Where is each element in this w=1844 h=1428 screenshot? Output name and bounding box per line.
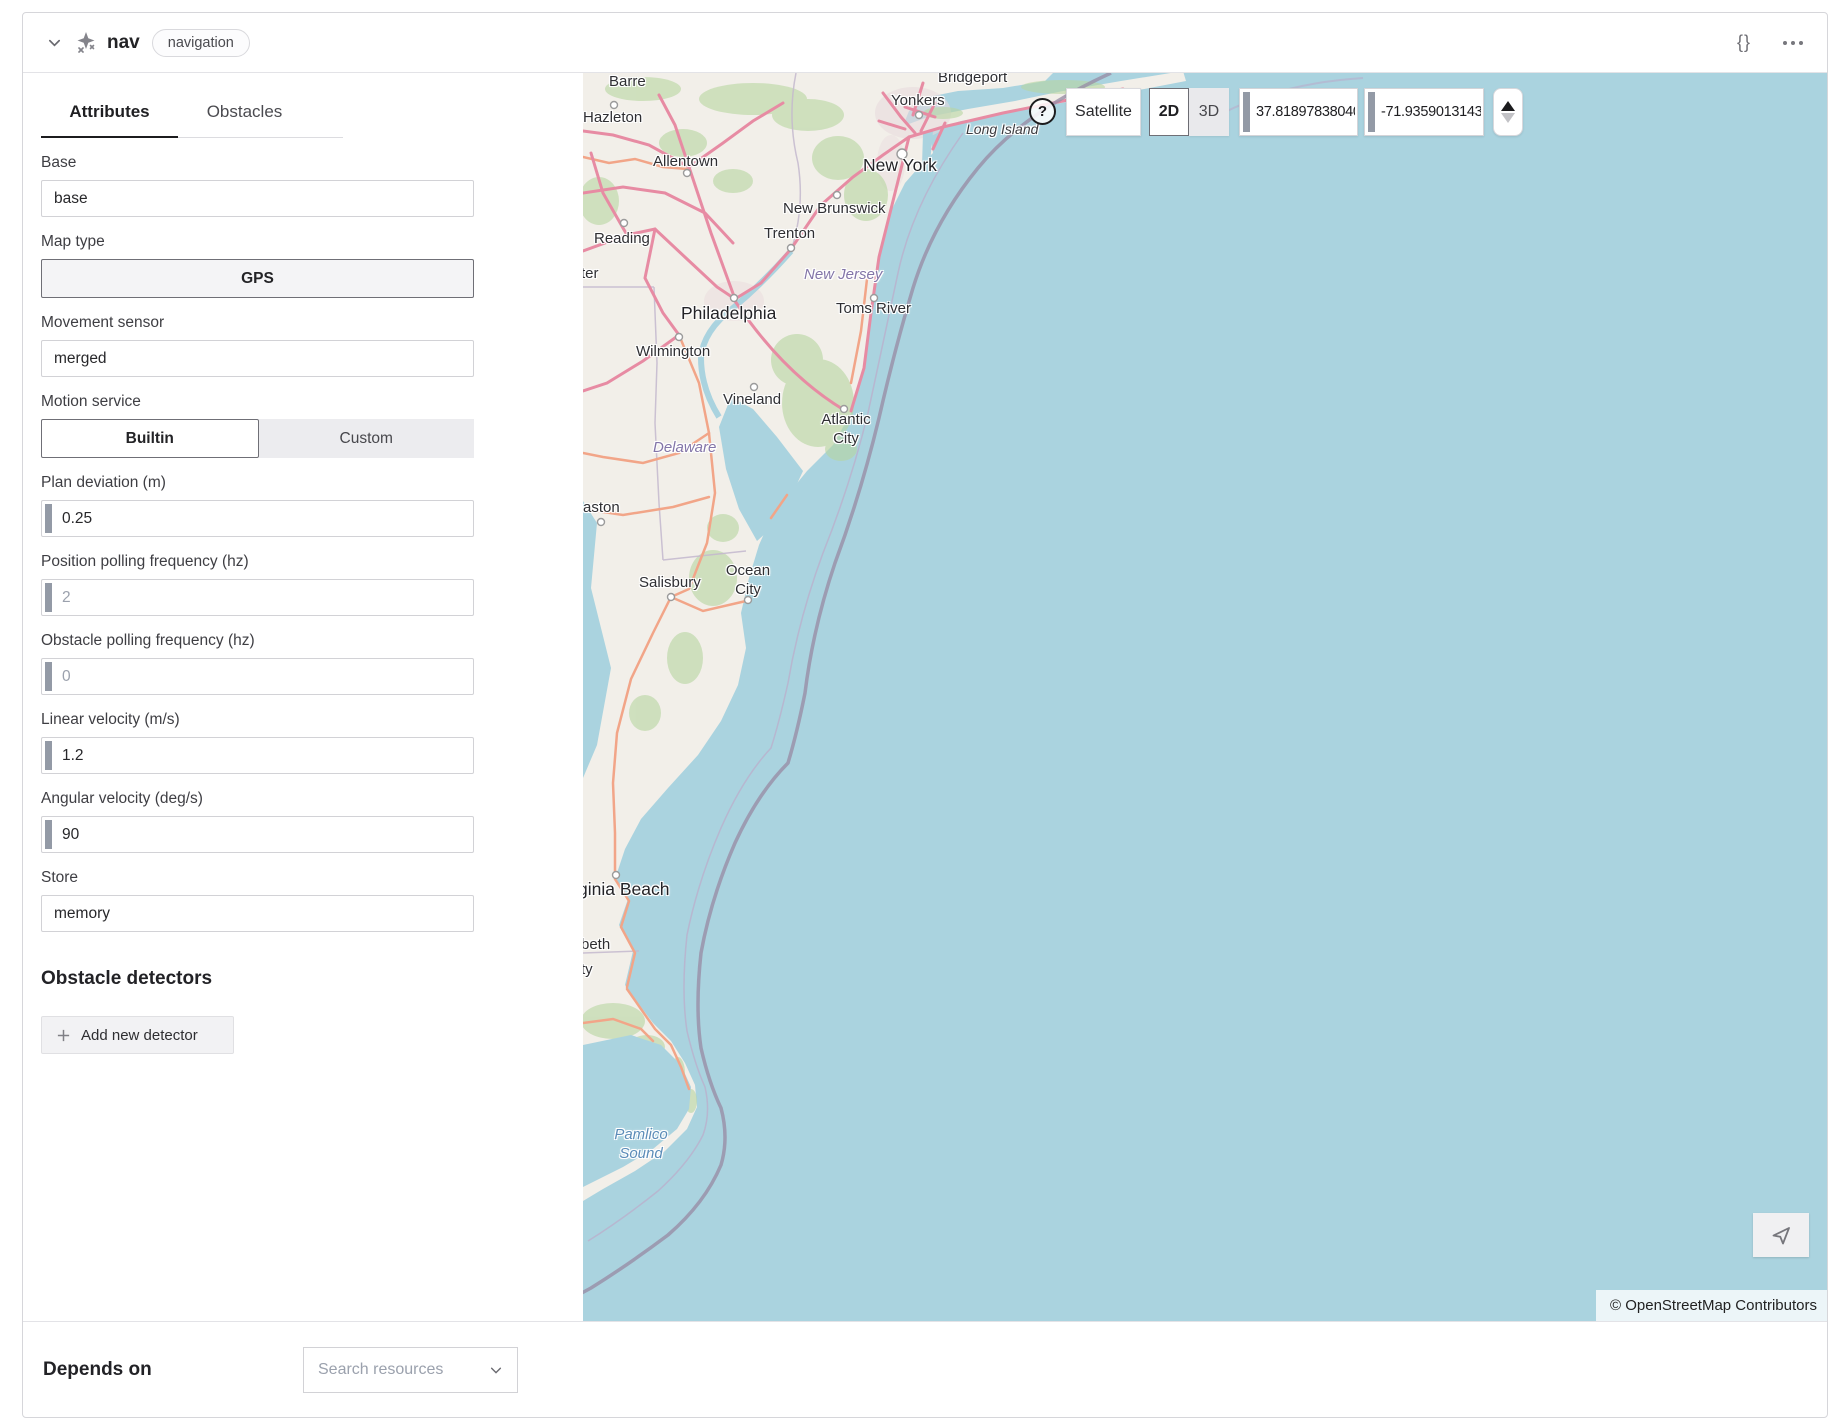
add-detector-label: Add new detector (81, 1027, 198, 1044)
json-mode-icon[interactable]: {} (1731, 28, 1757, 57)
map-label: Ocean City (723, 562, 773, 600)
resource-card: nav navigation {} Attributes Obstacles B… (22, 12, 1828, 1418)
plan-deviation-input[interactable] (42, 501, 473, 536)
obstacle-detectors-heading: Obstacle detectors (41, 968, 583, 990)
map-label: Delaware (653, 439, 716, 458)
obstacle-polling-label: Obstacle polling frequency (hz) (41, 632, 474, 650)
zoom-stepper[interactable] (1493, 88, 1523, 136)
map-label: Vineland (723, 391, 781, 410)
map-label: Reading (594, 230, 650, 249)
step-up-icon[interactable] (1501, 101, 1515, 111)
base-label: Base (41, 154, 474, 172)
motion-service-custom[interactable]: Custom (259, 419, 475, 458)
longitude-input[interactable] (1365, 89, 1483, 135)
more-menu-icon[interactable] (1779, 35, 1807, 51)
add-detector-button[interactable]: Add new detector (41, 1016, 234, 1054)
plus-icon (56, 1028, 71, 1043)
motion-service-label: Motion service (41, 393, 474, 411)
locate-button[interactable] (1753, 1213, 1809, 1257)
position-polling-input[interactable] (42, 580, 473, 615)
mode-3d-button[interactable]: 3D (1189, 88, 1229, 136)
map-label: Pamlico Sound (609, 1126, 673, 1164)
position-polling-label: Position polling frequency (hz) (41, 553, 474, 571)
linear-velocity-input[interactable] (42, 738, 473, 773)
satellite-toggle-button[interactable]: Satellite (1066, 88, 1141, 136)
motion-service-builtin[interactable]: Builtin (41, 419, 259, 458)
map-type-label: Map type (41, 233, 474, 251)
map-label: Trenton (764, 225, 815, 244)
movement-sensor-input[interactable] (42, 341, 473, 376)
map-attribution: © OpenStreetMap Contributors (1596, 1290, 1827, 1321)
base-input[interactable] (42, 181, 473, 216)
linear-velocity-label: Linear velocity (m/s) (41, 711, 474, 729)
depends-on-section: Depends on Search resources (23, 1321, 1827, 1417)
map-label: Long Island (966, 121, 1038, 139)
map-label: beth (583, 936, 610, 955)
map-label: Bridgeport (938, 73, 1007, 88)
step-down-icon[interactable] (1501, 113, 1515, 123)
plan-deviation-label: Plan deviation (m) (41, 474, 474, 492)
depends-on-select[interactable]: Search resources (303, 1347, 518, 1393)
motion-service-toggle: Builtin Custom (41, 419, 474, 458)
chevron-down-icon (489, 1363, 503, 1377)
map-label: ter (583, 265, 599, 284)
map-label: Barre (609, 73, 646, 92)
mode-2d-button[interactable]: 2D (1149, 88, 1189, 136)
map-label: aston (583, 499, 620, 518)
map-label: New York (863, 155, 937, 177)
config-panel: Attributes Obstacles Base Map type GPS M… (23, 73, 583, 1321)
map-label: New Jersey (804, 266, 882, 285)
collapse-chevron-icon[interactable] (43, 32, 65, 54)
help-icon[interactable]: ? (1029, 98, 1056, 125)
angular-velocity-label: Angular velocity (deg/s) (41, 790, 474, 808)
map-label: ginia Beach (583, 879, 669, 901)
panel-tabs: Attributes Obstacles (41, 93, 343, 138)
map-dimension-toggle: 2D 3D (1149, 88, 1229, 136)
map-label: ty (583, 961, 593, 980)
map-type-gps-button[interactable]: GPS (41, 259, 474, 298)
map-label: Salisbury (639, 574, 701, 593)
map-label: Yonkers (891, 92, 945, 111)
map-label: New Brunswick (783, 200, 886, 219)
latitude-field (1239, 88, 1358, 136)
store-input[interactable] (42, 896, 473, 931)
navigation-arrow-icon (1769, 1223, 1793, 1247)
resource-name: nav (107, 32, 140, 54)
longitude-field (1364, 88, 1484, 136)
map-label: Allentown (653, 153, 718, 172)
latitude-input[interactable] (1240, 89, 1357, 135)
map-label: Philadelphia (681, 303, 776, 325)
store-label: Store (41, 869, 474, 887)
tab-obstacles[interactable]: Obstacles (178, 93, 311, 137)
depends-on-placeholder: Search resources (318, 1361, 443, 1379)
map-label: Atlantic City (816, 411, 876, 449)
map-label: Wilmington (636, 343, 710, 362)
angular-velocity-input[interactable] (42, 817, 473, 852)
map-tiles (583, 73, 1827, 1321)
map-view[interactable]: Bridgeport Barre Hazleton Yonkers New Yo… (583, 73, 1827, 1321)
map-label: Toms River (836, 300, 911, 319)
resource-type-badge: navigation (152, 29, 250, 57)
navigation-service-icon (73, 30, 99, 56)
map-label: Hazleton (583, 109, 642, 128)
depends-on-heading: Depends on (43, 1359, 152, 1381)
tab-attributes[interactable]: Attributes (41, 93, 178, 138)
obstacle-polling-input[interactable] (42, 659, 473, 694)
movement-sensor-label: Movement sensor (41, 314, 474, 332)
card-header: nav navigation {} (23, 13, 1827, 73)
